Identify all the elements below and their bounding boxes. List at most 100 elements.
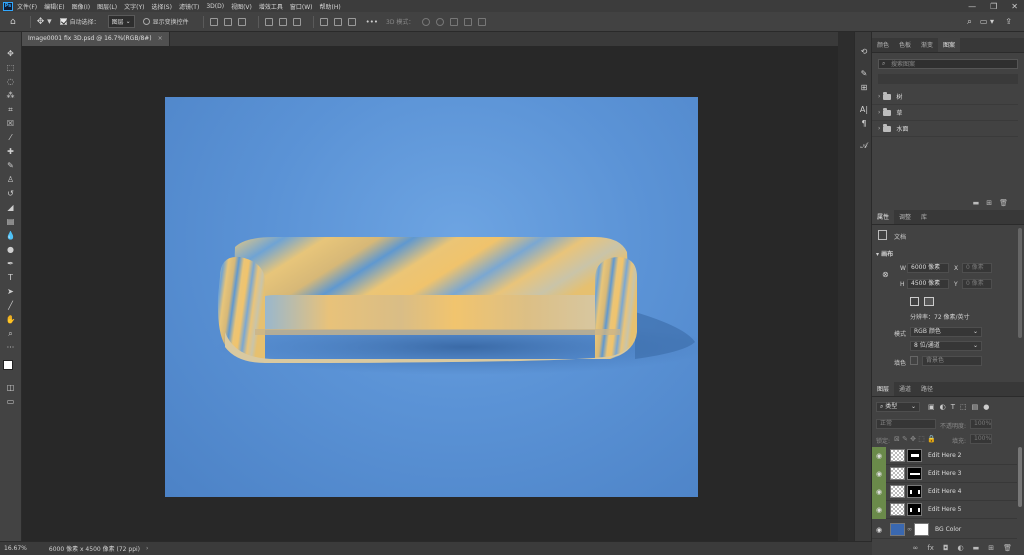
add-mask-icon[interactable]: ◘ bbox=[943, 544, 949, 552]
hand-tool-icon[interactable]: ✋ bbox=[4, 314, 17, 325]
frame-tool-icon[interactable]: ☒ bbox=[4, 118, 17, 129]
paragraph-panel-icon[interactable]: ¶ bbox=[858, 118, 870, 129]
move-tool-icon[interactable]: ✥ ▾ bbox=[37, 17, 52, 27]
new-group-icon[interactable]: ▬ bbox=[973, 544, 980, 552]
tab-swatches[interactable]: 色板 bbox=[894, 40, 916, 52]
chevron-right-icon[interactable]: › bbox=[878, 109, 880, 116]
lock-icons[interactable]: ⊠ ✎ ✥ ⬚ 🔒 bbox=[894, 435, 936, 443]
pattern-group-water[interactable]: › 水面 bbox=[872, 121, 1018, 137]
adjustment-filter-icon[interactable]: ◐ bbox=[940, 403, 946, 412]
delete-layer-icon[interactable]: 🗑 bbox=[1003, 544, 1012, 552]
quick-mask-icon[interactable]: ◫ bbox=[4, 382, 17, 393]
type-filter-icon[interactable]: T bbox=[951, 403, 955, 412]
zoom-level[interactable]: 16.67% bbox=[4, 545, 27, 552]
crop-tool-icon[interactable]: ⌗ bbox=[4, 104, 17, 115]
layer-row[interactable]: ◉ Edit Here 2 bbox=[872, 446, 1017, 465]
x-field[interactable]: 0 像素 bbox=[962, 263, 992, 273]
layer-thumbnail[interactable] bbox=[890, 449, 905, 462]
menu-plugins[interactable]: 增效工具 bbox=[259, 2, 283, 11]
magic-wand-tool-icon[interactable]: ⁂ bbox=[4, 90, 17, 101]
pixel-filter-icon[interactable]: ▣ bbox=[928, 403, 935, 412]
tab-channels[interactable]: 通道 bbox=[894, 384, 916, 396]
color-fill-thumbnail[interactable] bbox=[890, 523, 905, 536]
new-layer-icon[interactable]: ⊞ bbox=[988, 544, 994, 552]
shape-filter-icon[interactable]: ⬚ bbox=[960, 403, 967, 412]
chevron-right-icon[interactable]: › bbox=[878, 125, 880, 132]
align-center-icon[interactable] bbox=[223, 17, 232, 26]
opacity-field[interactable]: 100% bbox=[970, 419, 992, 429]
close-tab-icon[interactable]: × bbox=[158, 35, 163, 42]
document-tab[interactable]: Image0001 fix 3D.psd @ 16.7%(RGB/8#) × bbox=[22, 32, 170, 46]
search-icon[interactable]: ⌕ bbox=[967, 17, 972, 27]
tab-libraries[interactable]: 库 bbox=[916, 212, 932, 224]
show-transform-checkbox[interactable]: 显示变换控件 bbox=[142, 17, 189, 26]
width-field[interactable]: 6000 像素 bbox=[907, 263, 949, 273]
brush-tool-icon[interactable]: ✎ bbox=[4, 160, 17, 171]
marquee-tool-icon[interactable]: ⬚ bbox=[4, 62, 17, 73]
pattern-group-trees[interactable]: › 树 bbox=[872, 89, 1018, 105]
slide-3d-icon[interactable] bbox=[464, 17, 473, 26]
orientation-landscape-icon[interactable] bbox=[924, 297, 934, 306]
height-field[interactable]: 4500 像素 bbox=[907, 279, 949, 289]
brush-settings-icon[interactable]: ✎ bbox=[858, 68, 870, 79]
y-field[interactable]: 0 像素 bbox=[962, 279, 992, 289]
layer-mask-thumbnail[interactable] bbox=[907, 503, 922, 516]
scale-3d-icon[interactable] bbox=[478, 17, 487, 26]
history-brush-tool-icon[interactable]: ↺ bbox=[4, 188, 17, 199]
lasso-tool-icon[interactable]: ◌ bbox=[4, 76, 17, 87]
chevron-right-icon[interactable]: › bbox=[878, 93, 880, 100]
link-layers-icon[interactable]: ∞ bbox=[913, 544, 919, 552]
layer-name[interactable]: Edit Here 5 bbox=[928, 506, 961, 513]
eraser-tool-icon[interactable]: ◢ bbox=[4, 202, 17, 213]
glyphs-panel-icon[interactable]: 𝒜 bbox=[858, 140, 870, 151]
adjustment-layer-icon[interactable]: ◐ bbox=[958, 544, 964, 552]
layer-filter-dropdown[interactable]: ⌕ 类型 ⌄ bbox=[876, 402, 920, 412]
gradient-tool-icon[interactable]: ▤ bbox=[4, 216, 17, 227]
mode-dropdown[interactable]: RGB 颜色 ⌄ bbox=[910, 327, 982, 337]
distribute-vertical-icon[interactable] bbox=[333, 17, 342, 26]
eyedropper-tool-icon[interactable]: ⁄ bbox=[4, 132, 17, 143]
minimize-icon[interactable]: — bbox=[968, 2, 976, 11]
layer-mask-thumbnail[interactable] bbox=[907, 467, 922, 480]
visibility-eye-icon[interactable]: ◉ bbox=[872, 500, 886, 519]
pattern-search-input[interactable]: 搜索图案 bbox=[878, 59, 1018, 69]
healing-brush-tool-icon[interactable]: ✚ bbox=[4, 146, 17, 157]
smart-object-filter-icon[interactable]: ▤ bbox=[972, 403, 979, 412]
menu-file[interactable]: 文件(F) bbox=[17, 2, 37, 11]
tab-patterns[interactable]: 图案 bbox=[938, 37, 961, 52]
orientation-portrait-icon[interactable] bbox=[910, 297, 919, 306]
new-group-icon[interactable]: ▬ bbox=[973, 199, 980, 207]
path-selection-tool-icon[interactable]: ➤ bbox=[4, 286, 17, 297]
menu-filter[interactable]: 滤镜(T) bbox=[179, 2, 199, 11]
menu-window[interactable]: 窗口(W) bbox=[290, 2, 313, 11]
tab-adjustments[interactable]: 调整 bbox=[894, 212, 916, 224]
fx-icon[interactable]: fx bbox=[927, 544, 934, 552]
tab-gradients[interactable]: 渐变 bbox=[916, 40, 938, 52]
blur-tool-icon[interactable]: 💧 bbox=[4, 230, 17, 241]
status-menu-arrow-icon[interactable]: › bbox=[146, 545, 148, 552]
layer-row[interactable]: ◉ Edit Here 4 bbox=[872, 482, 1017, 501]
share-icon[interactable]: ⇪ bbox=[1005, 17, 1012, 26]
clone-source-icon[interactable]: ⊞ bbox=[858, 82, 870, 93]
pan-3d-icon[interactable] bbox=[450, 17, 459, 26]
menu-layer[interactable]: 图层(L) bbox=[97, 2, 117, 11]
layer-thumbnail[interactable] bbox=[890, 467, 905, 480]
menu-help[interactable]: 帮助(H) bbox=[320, 2, 341, 11]
visibility-eye-icon[interactable]: ◉ bbox=[872, 446, 886, 465]
maximize-icon[interactable]: ❐ bbox=[990, 2, 997, 11]
more-options-button[interactable]: ••• bbox=[366, 18, 378, 26]
layer-row[interactable]: ◉ Edit Here 5 bbox=[872, 500, 1017, 519]
new-pattern-icon[interactable]: ⊞ bbox=[986, 199, 992, 207]
align-bottom-icon[interactable] bbox=[292, 17, 301, 26]
document-canvas[interactable] bbox=[165, 97, 698, 497]
tab-properties[interactable]: 属性 bbox=[872, 209, 895, 224]
layer-name[interactable]: Edit Here 2 bbox=[928, 452, 961, 459]
foreground-color-swatch[interactable] bbox=[3, 360, 13, 370]
fill-dropdown[interactable]: 背景色 bbox=[922, 356, 982, 366]
align-middle-icon[interactable] bbox=[278, 17, 287, 26]
layer-row[interactable]: ◉ Edit Here 3 bbox=[872, 464, 1017, 483]
layer-mask-thumbnail[interactable] bbox=[907, 449, 922, 462]
layers-scrollbar[interactable] bbox=[1018, 447, 1022, 507]
menu-3d[interactable]: 3D(D) bbox=[206, 3, 224, 10]
layer-thumbnail[interactable] bbox=[890, 485, 905, 498]
